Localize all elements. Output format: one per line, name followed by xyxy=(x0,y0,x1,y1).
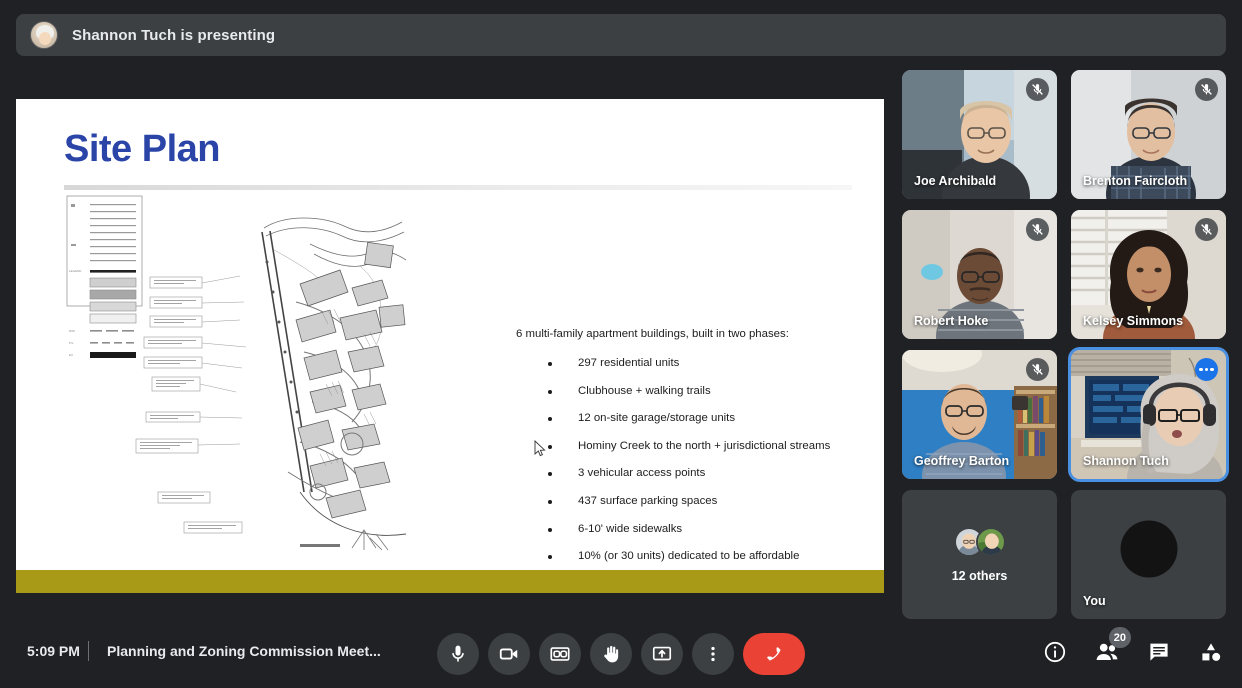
participants-count-badge: 20 xyxy=(1108,627,1131,648)
svg-text:EX: EX xyxy=(69,353,73,357)
bullet-text: 297 residential units xyxy=(578,357,680,369)
info-icon xyxy=(1044,641,1066,663)
present-now-button[interactable] xyxy=(641,633,683,675)
call-controls xyxy=(437,633,805,675)
slide-bullet-list: 6 multi-family apartment buildings, buil… xyxy=(516,327,881,593)
camera-button[interactable] xyxy=(488,633,530,675)
participant-tile-grid: Joe Archibald Brenton Faircloth Robert H… xyxy=(902,70,1226,619)
list-item: 6-10' wide sidewalks xyxy=(516,523,881,536)
speaking-indicator-icon xyxy=(1195,358,1218,381)
captions-button[interactable] xyxy=(539,633,581,675)
list-item: Clubhouse + walking trails xyxy=(516,385,881,398)
bullet-dot-icon xyxy=(548,444,552,449)
bottom-bar-divider xyxy=(88,641,89,661)
participant-tile-kelsey-simmons[interactable]: Kelsey Simmons xyxy=(1071,210,1226,339)
slide-divider xyxy=(64,185,852,190)
others-count-label: 12 others xyxy=(951,568,1008,583)
raise-hand-button[interactable] xyxy=(590,633,632,675)
participant-name: Joe Archibald xyxy=(914,174,997,188)
present-screen-icon xyxy=(652,646,672,661)
cc-icon xyxy=(550,647,570,661)
bullet-text: 6-10' wide sidewalks xyxy=(578,522,683,535)
bullet-dot-icon xyxy=(548,499,552,504)
slide-gold-bar xyxy=(16,570,884,593)
bullet-dot-icon xyxy=(548,527,552,532)
bullet-text: 12 on-site garage/storage units xyxy=(578,412,736,425)
slide-title: Site Plan xyxy=(64,128,221,170)
meeting-details-button[interactable] xyxy=(1040,637,1070,667)
list-item: 10% (or 30 units) dedicated to be afford… xyxy=(516,550,881,563)
site-plan-drawing: LEGEND R/W P/L EX xyxy=(64,192,409,562)
bullet-dot-icon xyxy=(548,417,552,422)
activities-button[interactable] xyxy=(1196,637,1226,667)
mic-icon xyxy=(452,645,464,662)
bullet-lead-text: 6 multi-family apartment buildings, buil… xyxy=(516,328,789,340)
mic-muted-icon xyxy=(1195,218,1218,241)
self-avatar-placeholder xyxy=(1120,520,1177,578)
bullet-text: 10% (or 30 units) dedicated to be afford… xyxy=(578,550,800,563)
meeting-title-label: Planning and Zoning Commission Meet... xyxy=(107,643,381,659)
avatar xyxy=(975,526,1006,557)
svg-text:P/L: P/L xyxy=(69,341,74,345)
self-name-label: You xyxy=(1083,594,1106,608)
participant-name: Kelsey Simmons xyxy=(1083,314,1184,328)
mic-muted-icon xyxy=(1026,218,1049,241)
bullet-text: 437 surface parking spaces xyxy=(578,494,718,507)
participant-tile-geoffrey-barton[interactable]: Geoffrey Barton xyxy=(902,350,1057,479)
others-participants-tile[interactable]: 12 others xyxy=(902,490,1057,619)
participant-name: Brenton Faircloth xyxy=(1083,174,1188,188)
participant-name: Shannon Tuch xyxy=(1083,454,1169,468)
bullet-dot-icon xyxy=(548,472,552,477)
microphone-button[interactable] xyxy=(437,633,479,675)
participant-tile-robert-hoke[interactable]: Robert Hoke xyxy=(902,210,1057,339)
list-item: 297 residential units xyxy=(516,357,881,370)
more-options-button[interactable] xyxy=(692,633,734,675)
bullet-dot-icon xyxy=(548,362,552,366)
three-dots-vertical-icon xyxy=(711,646,715,662)
meeting-bottom-bar: 5:09 PM Planning and Zoning Commission M… xyxy=(0,619,1242,688)
participant-name: Geoffrey Barton xyxy=(914,454,1010,468)
participant-tile-brenton-faircloth[interactable]: Brenton Faircloth xyxy=(1071,70,1226,199)
clock-label: 5:09 PM xyxy=(27,643,80,659)
list-item: 3 vehicular access points xyxy=(516,467,881,480)
video-camera-icon xyxy=(499,648,518,660)
right-controls: 20 xyxy=(1040,627,1226,667)
presenting-banner: Shannon Tuch is presenting xyxy=(16,14,1226,56)
participant-name: Robert Hoke xyxy=(914,314,989,328)
mic-muted-icon xyxy=(1026,78,1049,101)
list-item: 437 surface parking spaces xyxy=(516,495,881,508)
leave-call-button[interactable] xyxy=(743,633,805,675)
bullet-text: 3 vehicular access points xyxy=(578,467,706,480)
svg-text:LEGEND: LEGEND xyxy=(69,269,82,273)
shared-screen-slide[interactable]: Site Plan LEGEND R/W P/L EX 6 multi-fami… xyxy=(16,99,884,593)
bullet-text: Hominy Creek to the north + jurisdiction… xyxy=(578,439,831,452)
others-avatars xyxy=(953,526,1006,557)
participant-tile-joe-archibald[interactable]: Joe Archibald xyxy=(902,70,1057,199)
activities-icon xyxy=(1202,643,1221,661)
svg-text:R/W: R/W xyxy=(69,329,75,333)
list-item: 12 on-site garage/storage units xyxy=(516,412,881,425)
presenter-avatar-icon xyxy=(30,21,58,49)
participants-button[interactable]: 20 xyxy=(1092,627,1131,667)
presenting-label: Shannon Tuch is presenting xyxy=(72,26,276,44)
self-view-tile[interactable]: You xyxy=(1071,490,1226,619)
mic-muted-icon xyxy=(1026,358,1049,381)
hand-icon xyxy=(603,645,618,662)
bullet-text: Clubhouse + walking trails xyxy=(578,384,711,397)
chat-bubble-icon xyxy=(1150,643,1168,661)
chat-button[interactable] xyxy=(1144,637,1174,667)
bullet-dot-icon xyxy=(548,555,552,560)
list-item: Hominy Creek to the north + jurisdiction… xyxy=(516,440,881,453)
bullet-dot-icon xyxy=(548,389,552,394)
mic-muted-icon xyxy=(1195,78,1218,101)
phone-hangup-icon xyxy=(767,647,781,661)
participant-tile-shannon-tuch[interactable]: Shannon Tuch xyxy=(1071,350,1226,479)
